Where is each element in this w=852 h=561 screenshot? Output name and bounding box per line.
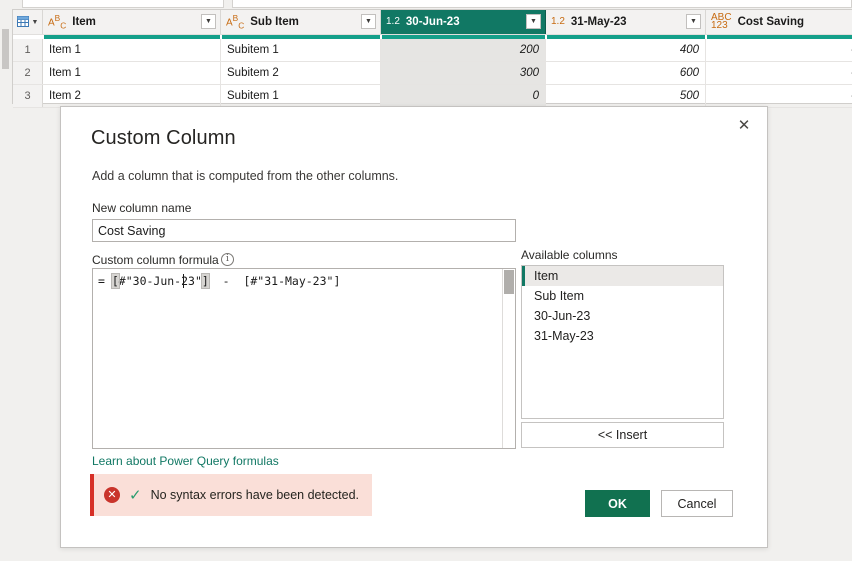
ok-button[interactable]: OK <box>585 490 650 517</box>
formula-tail: - [#"31-May-23"] <box>208 274 341 288</box>
column-header-sub-item[interactable]: ABC Sub Item ▼ <box>221 10 381 34</box>
formula-open-bracket: [ <box>110 273 120 289</box>
ribbon-chip-right <box>232 0 852 8</box>
new-column-name-label: New column name <box>92 201 192 215</box>
formula-vertical-scrollbar[interactable] <box>502 269 515 448</box>
formula-text: = [#"30-Jun-23"] - [#"31-May-23"] <box>98 273 340 289</box>
error-circle-icon: ✕ <box>104 487 120 503</box>
learn-power-query-formulas-link[interactable]: Learn about Power Query formulas <box>92 454 279 468</box>
column-filter-dropdown-item[interactable]: ▼ <box>201 14 216 29</box>
cell-cost-saving[interactable]: -300 <box>706 62 852 84</box>
ribbon-strip-partial <box>0 0 852 9</box>
formula-close-bracket: ] <box>200 273 210 289</box>
column-filter-dropdown-sub-item[interactable]: ▼ <box>361 14 376 29</box>
cell-31-may-23[interactable]: 500 <box>546 85 706 107</box>
cell-31-may-23[interactable]: 600 <box>546 62 706 84</box>
cell-31-may-23[interactable]: 400 <box>546 39 706 61</box>
cell-item[interactable]: Item 1 <box>43 39 221 61</box>
cell-sub-item[interactable]: Subitem 1 <box>221 39 381 61</box>
table-icon <box>16 16 29 27</box>
column-header-label: Cost Saving <box>737 16 805 28</box>
row-number: 2 <box>13 62 43 84</box>
text-type-icon: ABC <box>226 13 245 31</box>
column-header-label: 31-May-23 <box>570 16 627 28</box>
chevron-down-icon: ▼ <box>31 18 39 26</box>
row-number: 3 <box>13 85 43 107</box>
table-row[interactable]: 3 Item 2 Subitem 1 0 500 -500 <box>13 85 852 108</box>
scrollbar-thumb[interactable] <box>2 29 9 69</box>
info-icon[interactable]: i <box>221 253 234 266</box>
cell-item[interactable]: Item 2 <box>43 85 221 107</box>
syntax-status-text: No syntax errors have been detected. <box>150 488 360 502</box>
available-column-item[interactable]: Item <box>522 266 723 286</box>
data-preview-grid: ▼ ABC Item ▼ ABC Sub Item ▼ 1.2 30-Jun-2… <box>12 9 852 108</box>
any-type-icon: ABC 123 <box>711 12 732 31</box>
available-columns-list[interactable]: Item Sub Item 30-Jun-23 31-May-23 <box>521 265 724 419</box>
available-column-item[interactable]: Sub Item <box>522 286 723 306</box>
column-header-label: Item <box>72 16 96 28</box>
table-row[interactable]: 2 Item 1 Subitem 2 300 600 -300 <box>13 62 852 85</box>
available-columns-label: Available columns <box>521 248 618 262</box>
formula-column-ref-a: #"30-Jun-23" <box>118 274 202 288</box>
new-column-name-input[interactable] <box>92 219 516 242</box>
cell-30-jun-23[interactable]: 0 <box>381 85 546 107</box>
text-caret <box>183 274 184 288</box>
cell-30-jun-23[interactable]: 300 <box>381 62 546 84</box>
insert-button[interactable]: << Insert <box>521 422 724 448</box>
cancel-button[interactable]: Cancel <box>661 490 733 517</box>
dialog-title: Custom Column <box>91 127 236 149</box>
grid-header-row: ▼ ABC Item ▼ ABC Sub Item ▼ 1.2 30-Jun-2… <box>13 10 852 35</box>
column-header-30-jun-23[interactable]: 1.2 30-Jun-23 ▼ <box>381 10 546 34</box>
close-icon[interactable]: ✕ <box>729 112 759 138</box>
cell-cost-saving[interactable]: -500 <box>706 85 852 107</box>
column-header-label: 30-Jun-23 <box>405 16 460 28</box>
cell-item[interactable]: Item 1 <box>43 62 221 84</box>
ribbon-chip-left <box>22 0 224 8</box>
column-filter-dropdown-30-jun-23[interactable]: ▼ <box>526 14 541 29</box>
cell-sub-item[interactable]: Subitem 2 <box>221 62 381 84</box>
cell-sub-item[interactable]: Subitem 1 <box>221 85 381 107</box>
custom-column-dialog: ✕ Custom Column Add a column that is com… <box>60 106 768 548</box>
column-header-cost-saving[interactable]: ABC123 Cost Saving ▼ <box>706 10 852 34</box>
grid-corner-table-icon[interactable]: ▼ <box>13 10 43 34</box>
available-column-item[interactable]: 31-May-23 <box>522 326 723 346</box>
cell-30-jun-23[interactable]: 200 <box>381 39 546 61</box>
syntax-status-banner: ✕ ✓ No syntax errors have been detected. <box>90 474 372 516</box>
custom-column-formula-label: Custom column formula <box>92 253 219 267</box>
column-header-label: Sub Item <box>250 16 299 28</box>
column-header-31-may-23[interactable]: 1.2 31-May-23 ▼ <box>546 10 706 34</box>
decimal-type-icon: 1.2 <box>551 16 565 27</box>
cell-cost-saving[interactable]: -200 <box>706 39 852 61</box>
text-type-icon: ABC <box>48 13 67 31</box>
custom-column-formula-editor[interactable]: = [#"30-Jun-23"] - [#"31-May-23"] <box>92 268 516 449</box>
column-header-item[interactable]: ABC Item ▼ <box>43 10 221 34</box>
column-filter-dropdown-31-may-23[interactable]: ▼ <box>686 14 701 29</box>
decimal-type-icon: 1.2 <box>386 16 400 27</box>
available-column-item[interactable]: 30-Jun-23 <box>522 306 723 326</box>
formula-prefix: = <box>98 274 112 288</box>
dialog-subtitle: Add a column that is computed from the o… <box>92 169 399 183</box>
scrollbar-thumb[interactable] <box>504 270 514 294</box>
grid-vertical-scrollbar[interactable] <box>0 9 12 104</box>
row-number: 1 <box>13 39 43 61</box>
table-row[interactable]: 1 Item 1 Subitem 1 200 400 -200 <box>13 39 852 62</box>
checkmark-icon: ✓ <box>129 486 142 504</box>
